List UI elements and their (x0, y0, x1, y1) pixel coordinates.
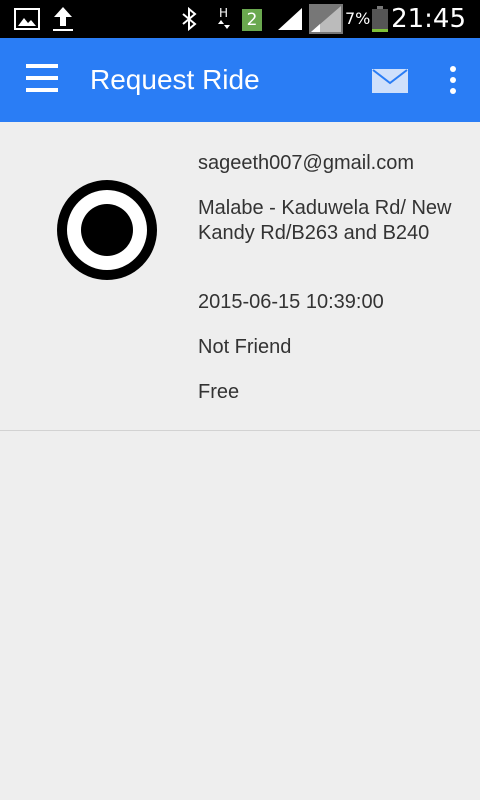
image-icon (14, 0, 40, 38)
ride-location: Malabe - Kaduwela Rd/ New Kandy Rd/B263 … (198, 197, 452, 244)
more-vert-icon[interactable] (445, 66, 461, 96)
ride-friend-status: Not Friend (198, 336, 292, 358)
mail-icon[interactable] (372, 69, 408, 93)
status-bar: H 2 7% 21:45 (0, 0, 480, 38)
upload-icon (52, 0, 74, 38)
app-bar: Request Ride (0, 38, 480, 122)
signal-icon (308, 0, 344, 38)
bluetooth-icon (180, 0, 198, 38)
battery-percent: 7% (345, 9, 371, 28)
menu-icon[interactable] (26, 64, 58, 96)
notification-badge: 2 (242, 9, 262, 31)
target-icon (54, 177, 160, 283)
clock: 21:45 (391, 4, 466, 34)
ride-price: Free (198, 381, 240, 403)
signal-icon (276, 0, 304, 38)
ride-email: sageeth007@gmail.com (198, 152, 414, 174)
svg-text:H: H (219, 6, 228, 20)
ride-datetime: 2015-06-15 10:39:00 (198, 291, 384, 313)
battery-icon (371, 0, 389, 38)
page-title: Request Ride (90, 64, 260, 95)
hspa-data-icon: H (216, 0, 236, 38)
ride-request-item[interactable]: sageeth007@gmail.com Malabe - Kaduwela R… (0, 122, 480, 431)
